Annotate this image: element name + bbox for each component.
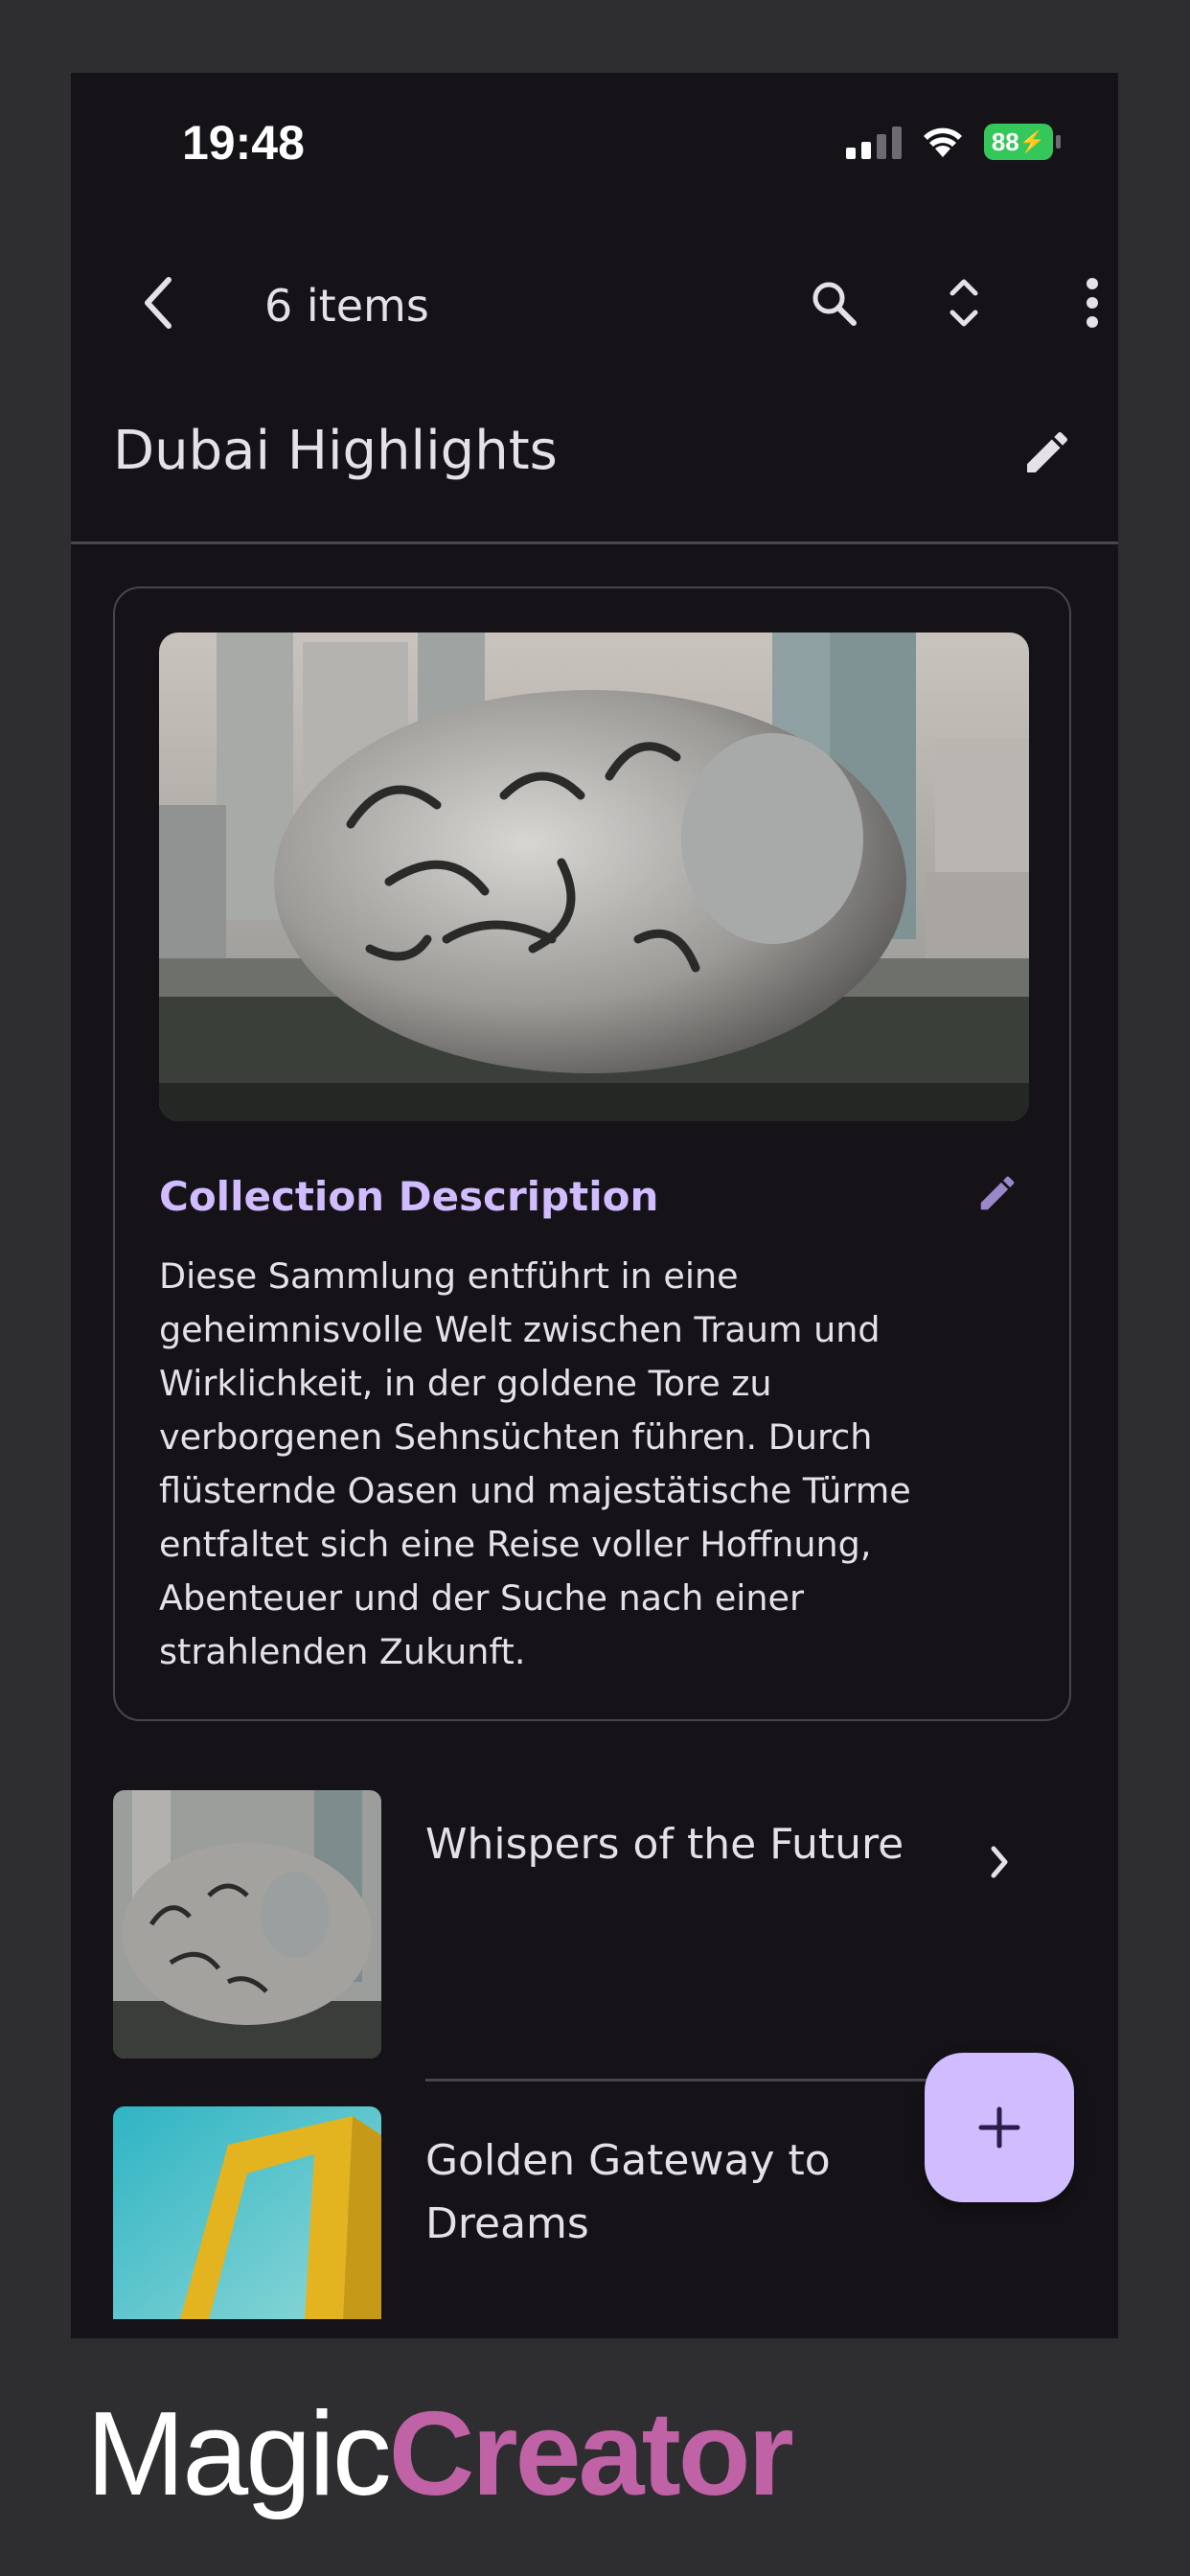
item-thumbnail — [113, 1790, 381, 2058]
list-item[interactable]: Whispers of the Future — [113, 1790, 1071, 2058]
items-count: 6 items — [264, 280, 429, 332]
edit-description-button[interactable] — [964, 1160, 1031, 1227]
collection-title-row: Dubai Highlights — [71, 399, 1118, 523]
item-title: Golden Gateway to Dreams — [425, 2136, 831, 2248]
status-icons: 88 ⚡ — [846, 123, 1061, 161]
description-heading: Collection Description — [159, 1173, 659, 1220]
collection-description-card: Collection Description Diese Sammlung en… — [113, 586, 1071, 1721]
collection-title: Dubai Highlights — [113, 420, 558, 482]
description-text: Diese Sammlung entführt in eine geheimni… — [159, 1255, 911, 1672]
add-item-button[interactable] — [925, 2053, 1074, 2202]
collection-cover-image — [159, 632, 1029, 1121]
expand-collapse-icon — [950, 279, 978, 327]
item-title: Whispers of the Future — [425, 1820, 904, 1869]
item-thumbnail — [113, 2106, 381, 2319]
more-vert-icon — [1087, 278, 1098, 328]
signal-icon — [846, 125, 902, 159]
more-options-button[interactable] — [1054, 264, 1118, 341]
back-button[interactable] — [119, 264, 195, 341]
pencil-icon — [980, 1176, 1015, 1210]
battery-icon: 88 ⚡ — [984, 124, 1061, 160]
expand-collapse-button[interactable] — [926, 264, 1002, 341]
header-divider — [71, 541, 1118, 544]
search-icon — [812, 282, 857, 326]
item-chevron — [966, 1828, 1033, 1896]
magiccreator-logo: MagicCreator — [86, 2388, 794, 2520]
top-app-bar: 6 items — [71, 245, 1118, 360]
plus-icon — [978, 2106, 1020, 2149]
chevron-right-icon — [991, 1846, 1008, 1878]
phone-screen: 19:48 88 ⚡ 6 items Dubai Highlights Coll… — [71, 73, 1118, 2338]
pencil-icon — [1027, 431, 1068, 472]
back-arrow-icon — [145, 277, 172, 329]
search-button[interactable] — [795, 264, 872, 341]
wifi-icon — [924, 127, 962, 157]
edit-title-button[interactable] — [1009, 414, 1086, 491]
status-time: 19:48 — [182, 116, 305, 170]
